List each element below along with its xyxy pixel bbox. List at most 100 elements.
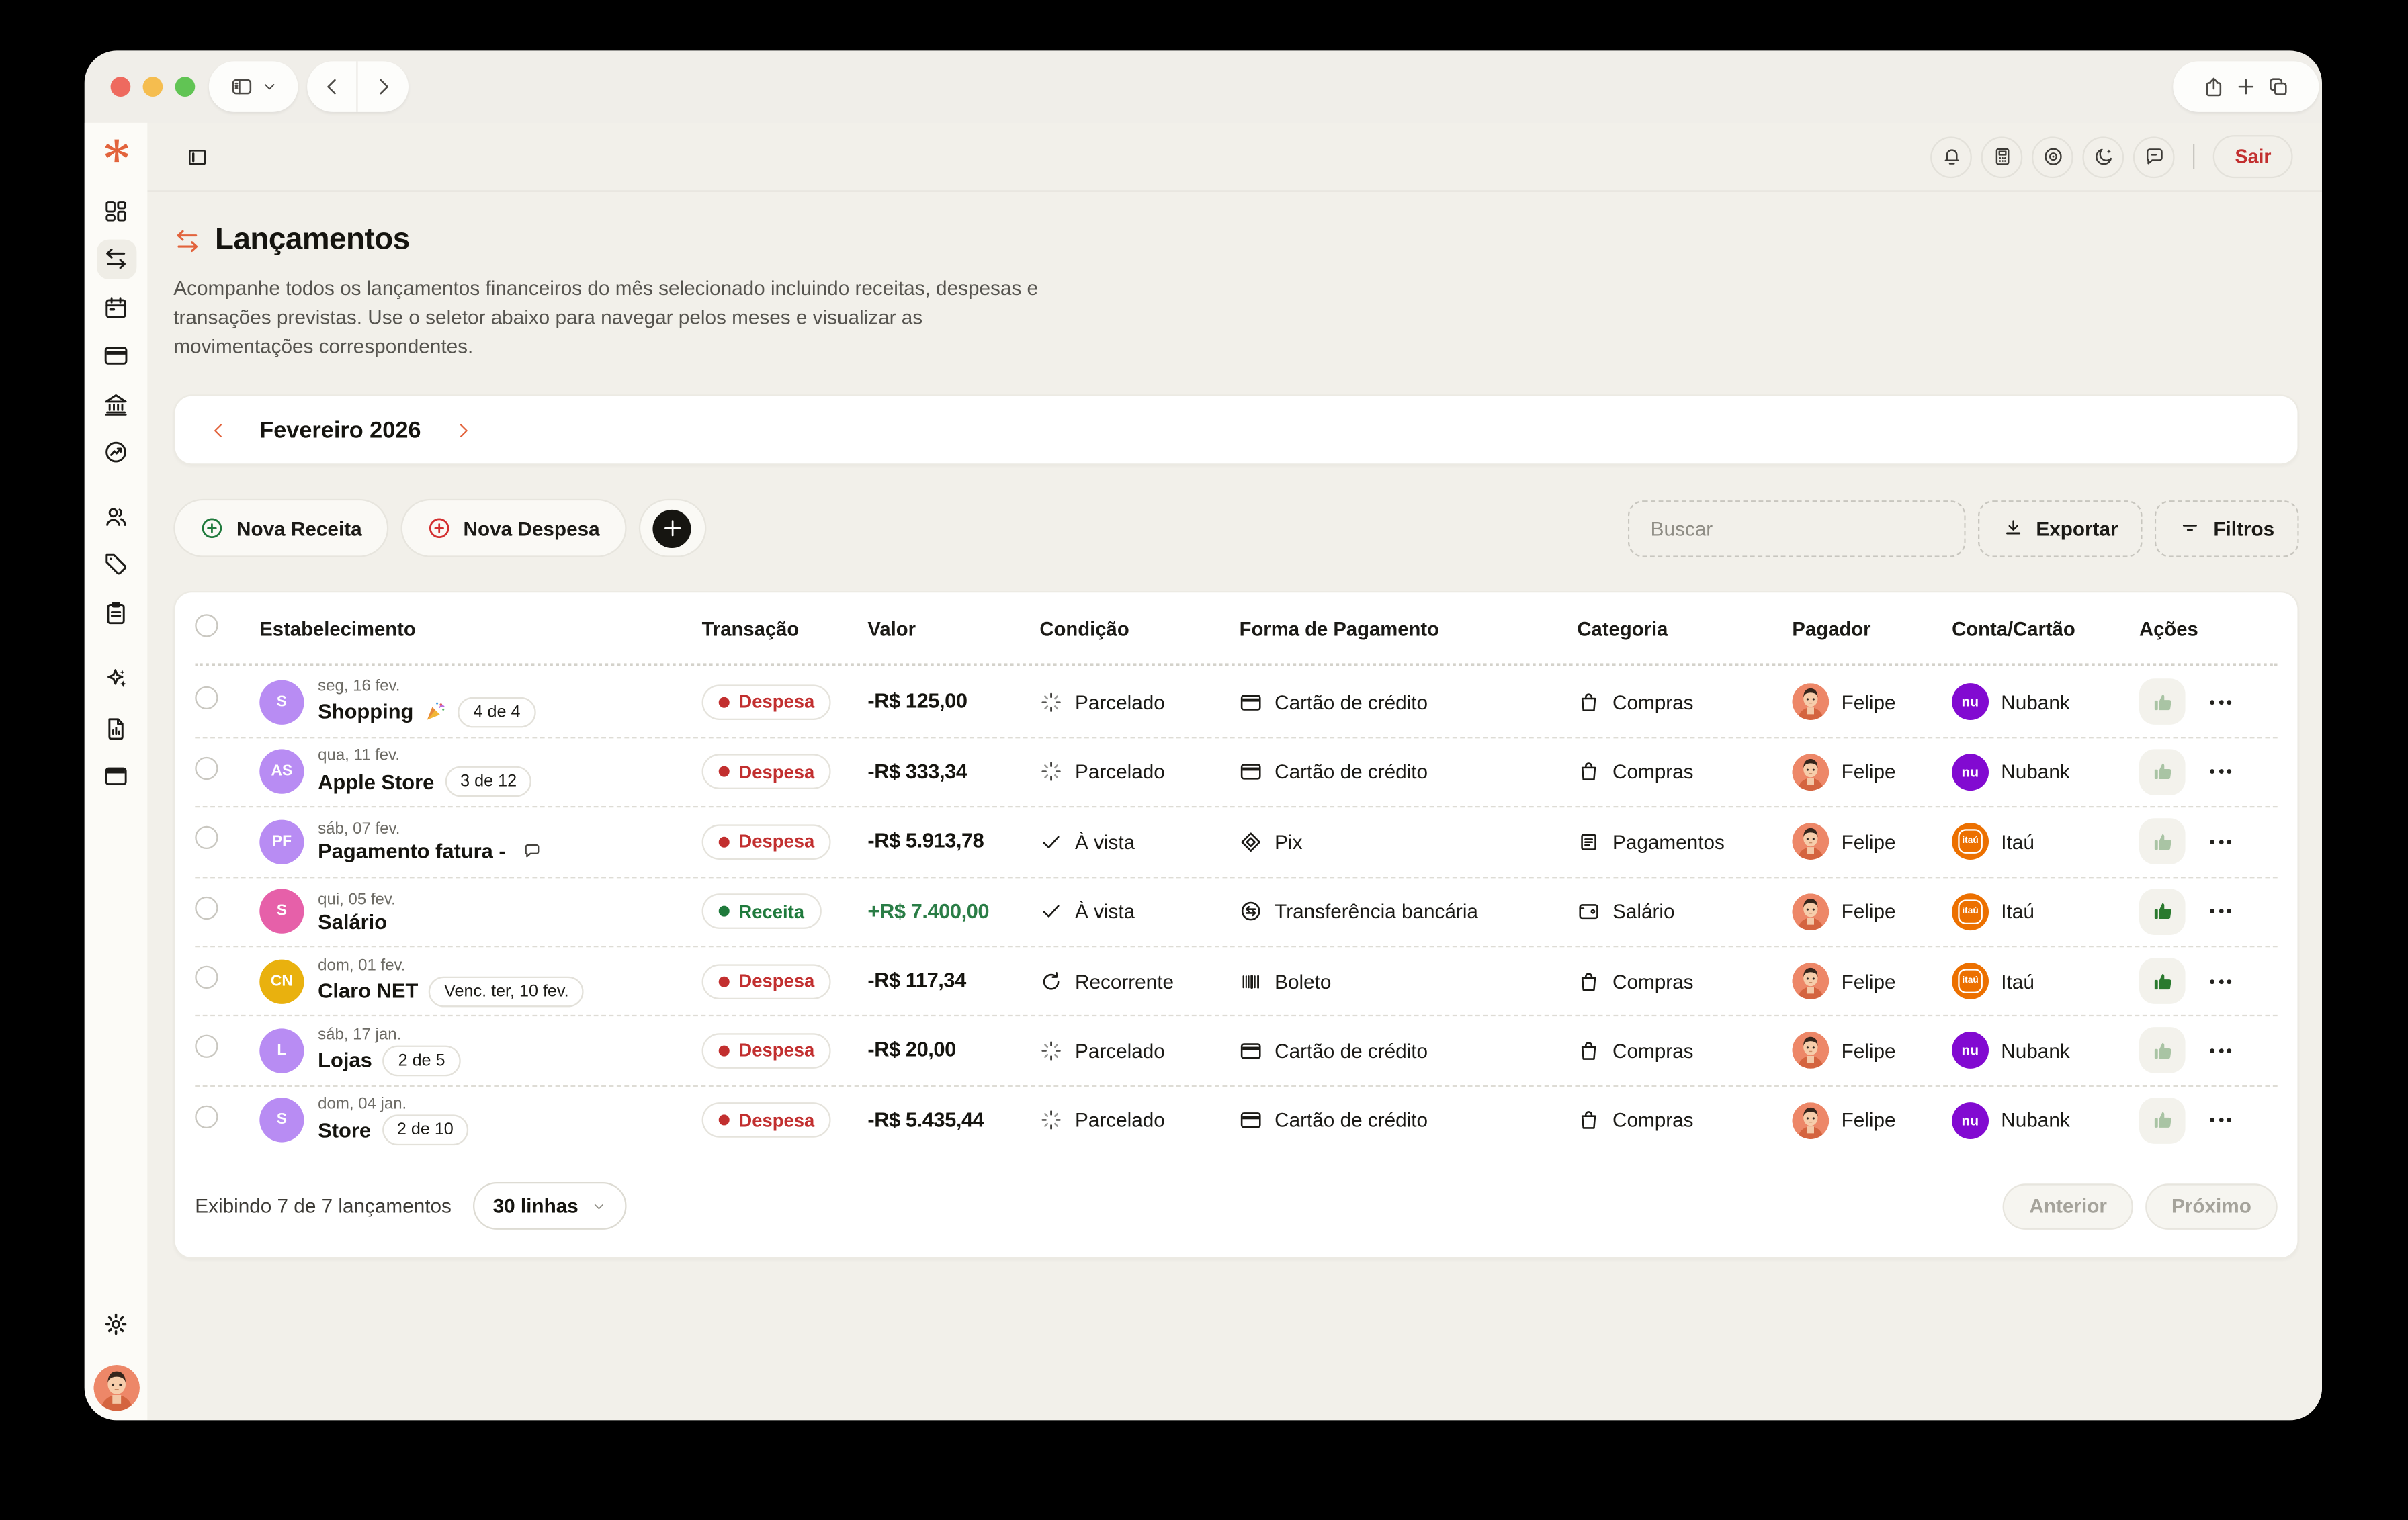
window-controls[interactable] <box>111 77 196 97</box>
table-row[interactable]: S dom, 04 jan. Store 2 de 10 Despesa -R$… <box>195 1085 2277 1155</box>
logout-button[interactable]: Sair <box>2214 135 2293 178</box>
merchant-name: Store <box>318 1119 371 1142</box>
chevron-left-icon <box>208 420 228 441</box>
sidebar-item-clipboard[interactable] <box>96 592 136 632</box>
more-actions-button[interactable] <box>2207 760 2235 783</box>
loader-icon <box>1039 760 1062 783</box>
sidebar-item-chart-circle[interactable] <box>96 432 136 472</box>
user-avatar[interactable] <box>93 1365 139 1411</box>
more-actions-button[interactable] <box>2207 970 2235 993</box>
rows-per-page-select[interactable]: 30 linhas <box>473 1182 626 1230</box>
share-button[interactable] <box>2202 75 2225 98</box>
search-input[interactable] <box>1627 500 1965 557</box>
payer-name: Felipe <box>1842 690 1896 713</box>
circle-plus-icon <box>427 517 452 541</box>
row-checkbox[interactable] <box>195 826 218 849</box>
category-label: Compras <box>1612 1039 1694 1062</box>
installment-badge: 2 de 5 <box>383 1046 461 1077</box>
more-actions-button[interactable] <box>2207 690 2235 713</box>
more-actions-button[interactable] <box>2207 1109 2235 1132</box>
calculator-button[interactable] <box>1981 136 2023 177</box>
next-page-button[interactable]: Próximo <box>2145 1183 2278 1229</box>
confirm-transaction-button[interactable] <box>2139 749 2186 795</box>
transaction-type-badge: Despesa <box>702 754 832 790</box>
more-actions-button[interactable] <box>2207 830 2235 853</box>
sidebar-item-bank[interactable] <box>96 384 136 423</box>
row-checkbox[interactable] <box>195 686 218 709</box>
sidebar-item-settings[interactable] <box>96 1304 136 1344</box>
new-income-button[interactable]: Nova Receita <box>173 500 388 558</box>
sidebar-item-credit-card[interactable] <box>96 335 136 375</box>
bank-logo: itaú <box>1952 893 1989 930</box>
wallet-icon <box>1577 900 1600 923</box>
row-checkbox[interactable] <box>195 1105 218 1128</box>
back-button[interactable] <box>307 61 357 111</box>
export-button[interactable]: Exportar <box>1978 500 2143 557</box>
app-sidebar-toggle[interactable] <box>186 145 209 168</box>
confirm-transaction-button[interactable] <box>2139 1028 2186 1074</box>
sidebar-item-calendar[interactable] <box>96 287 136 326</box>
previous-page-button[interactable]: Anterior <box>2004 1183 2133 1229</box>
add-button[interactable] <box>638 500 706 558</box>
app-header: Sair <box>147 123 2322 192</box>
sidebar-item-dashboard[interactable] <box>96 190 136 230</box>
filters-button[interactable]: Filtros <box>2155 500 2298 557</box>
sidebar-item-tag[interactable] <box>96 544 136 584</box>
minimize-button[interactable] <box>143 77 163 97</box>
chevron-down-icon <box>591 1198 606 1214</box>
table-row[interactable]: AS qua, 11 fev. Apple Store 3 de 12 Desp… <box>195 737 2277 807</box>
check-icon <box>1039 830 1062 853</box>
zoom-button[interactable] <box>175 77 196 97</box>
category-label: Compras <box>1612 690 1694 713</box>
payer-avatar <box>1792 823 1829 860</box>
next-month-button[interactable] <box>442 410 482 450</box>
confirm-transaction-button[interactable] <box>2139 889 2186 935</box>
bell-button[interactable] <box>1931 136 1973 177</box>
account-name: Nubank <box>2001 760 2069 783</box>
browser-sidebar-toggle[interactable] <box>209 61 298 111</box>
moon-button[interactable] <box>2083 136 2124 177</box>
confirm-transaction-button[interactable] <box>2139 958 2186 1004</box>
sidebar-item-users[interactable] <box>96 496 136 535</box>
chat-button[interactable] <box>2134 136 2176 177</box>
row-checkbox[interactable] <box>195 1036 218 1059</box>
sidebar-item-file-chart[interactable] <box>96 708 136 748</box>
filter-icon <box>2180 518 2201 539</box>
table-row[interactable]: S qui, 05 fev. Salário Receita +R$ 7.400… <box>195 876 2277 946</box>
account-name: Nubank <box>2001 1039 2069 1062</box>
table-row[interactable]: CN dom, 01 fev. Claro NET Venc. ter, 10 … <box>195 946 2277 1016</box>
pix-icon <box>1240 830 1262 853</box>
row-checkbox[interactable] <box>195 757 218 780</box>
credit-card-icon <box>1240 690 1262 713</box>
filters-label: Filtros <box>2213 517 2274 540</box>
row-checkbox[interactable] <box>195 966 218 989</box>
app-logo[interactable] <box>97 135 134 172</box>
previous-month-button[interactable] <box>198 410 238 450</box>
confirm-transaction-button[interactable] <box>2139 1098 2186 1144</box>
credit-card-icon <box>1240 1039 1262 1062</box>
sidebar-item-panel-card[interactable] <box>96 756 136 796</box>
credit-card-icon <box>1240 760 1262 783</box>
table-row[interactable]: S seg, 16 fev. Shopping 4 de 4 Despesa -… <box>195 667 2277 737</box>
row-checkbox[interactable] <box>195 896 218 919</box>
sidebar-item-transfers[interactable] <box>96 238 136 278</box>
payment-method-label: Cartão de crédito <box>1275 1039 1428 1062</box>
browser-toolbar <box>85 50 2322 122</box>
select-all-checkbox[interactable] <box>195 615 218 637</box>
tab-overview-button[interactable] <box>2267 75 2290 98</box>
more-actions-button[interactable] <box>2207 1039 2235 1062</box>
comment-icon[interactable] <box>522 842 542 862</box>
sidebar-item-sparkles[interactable] <box>96 660 136 699</box>
new-expense-button[interactable]: Nova Despesa <box>400 500 626 558</box>
table-row[interactable]: L sáb, 17 jan. Lojas 2 de 5 Despesa -R$ … <box>195 1016 2277 1085</box>
table-footer: Exibindo 7 de 7 lançamentos 30 linhas An… <box>195 1155 2277 1257</box>
category-label: Compras <box>1612 970 1694 993</box>
new-tab-button[interactable] <box>2235 75 2258 98</box>
close-button[interactable] <box>111 77 131 97</box>
table-row[interactable]: PF sáb, 07 fev. Pagamento fatura - Nuban… <box>195 806 2277 876</box>
more-actions-button[interactable] <box>2207 900 2235 923</box>
confirm-transaction-button[interactable] <box>2139 819 2186 865</box>
eye-button[interactable] <box>2032 136 2074 177</box>
confirm-transaction-button[interactable] <box>2139 678 2186 725</box>
forward-button[interactable] <box>358 61 408 111</box>
